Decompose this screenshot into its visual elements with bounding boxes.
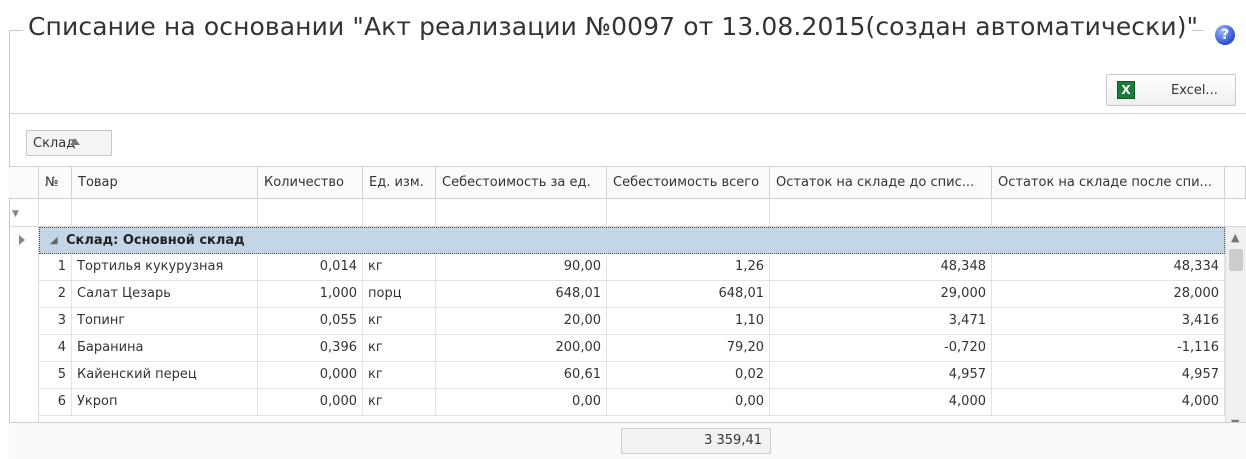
cell-quantity[interactable]: 0,055 (258, 308, 363, 334)
filter-cell-stock-before[interactable] (770, 199, 992, 226)
cell-unit-cost[interactable]: 90,00 (436, 254, 607, 280)
frame-border (9, 30, 23, 31)
column-header-total-cost[interactable]: Себестоимость всего (607, 167, 770, 199)
cell-unit[interactable]: порц (363, 281, 436, 307)
scrollbar-thumb[interactable] (1229, 249, 1243, 271)
cell-stock-after[interactable]: 3,416 (992, 308, 1225, 334)
cell-number[interactable]: 1 (39, 254, 72, 280)
filter-cell-total-cost[interactable] (607, 199, 770, 226)
cell-quantity[interactable]: 0,396 (258, 335, 363, 361)
page-title: Списание на основании "Акт реализации №0… (28, 12, 1199, 41)
cell-quantity[interactable]: 0,014 (258, 254, 363, 280)
data-grid: № Товар Количество Ед. изм. Себестоимост… (9, 166, 1246, 459)
sort-ascending-icon[interactable] (70, 138, 80, 145)
group-panel-divider (9, 113, 1246, 116)
cell-quantity[interactable]: 1,000 (258, 281, 363, 307)
cell-stock-before[interactable]: 4,000 (770, 389, 992, 415)
cell-total-cost[interactable]: 648,01 (607, 281, 770, 307)
cell-item[interactable]: Баранина (72, 335, 258, 361)
cell-unit[interactable]: кг (363, 389, 436, 415)
excel-icon: X (1117, 81, 1135, 99)
cell-stock-after[interactable]: 48,334 (992, 254, 1225, 280)
cell-stock-before[interactable]: 3,471 (770, 308, 992, 334)
cell-unit[interactable]: кг (363, 362, 436, 388)
scroll-up-icon[interactable]: ▲ (1231, 231, 1239, 244)
filter-cell-item[interactable] (72, 199, 258, 226)
cell-number[interactable]: 6 (39, 389, 72, 415)
header-indicator-cell (9, 167, 39, 199)
column-header-quantity[interactable]: Количество (258, 167, 363, 199)
group-row-warehouse[interactable]: ◢ Склад: Основной склад (39, 227, 1225, 254)
cell-item[interactable]: Кайенский перец (72, 362, 258, 388)
table-row[interactable]: 5 Кайенский перец 0,000 кг 60,61 0,02 4,957 4,9… (39, 362, 1225, 389)
rows-viewport: 1 Тортилья кукурузная 0,014 кг 90,00 1,26 48,3… (9, 254, 1225, 422)
summary-footer: 3 359,41 (9, 422, 1246, 459)
filter-row: ▼ (9, 199, 1246, 227)
cell-number[interactable]: 2 (39, 281, 72, 307)
cell-stock-before[interactable]: 4,957 (770, 362, 992, 388)
filter-cell-number[interactable] (39, 199, 72, 226)
cell-unit-cost[interactable]: 0,00 (436, 389, 607, 415)
collapse-icon[interactable]: ◢ (50, 235, 58, 246)
filter-icon: ▼ (12, 209, 19, 219)
cell-unit-cost[interactable]: 648,01 (436, 281, 607, 307)
cell-item[interactable]: Укроп (72, 389, 258, 415)
cell-unit[interactable]: кг (363, 254, 436, 280)
cell-total-cost[interactable]: 79,20 (607, 335, 770, 361)
cell-total-cost[interactable]: 0,02 (607, 362, 770, 388)
help-icon[interactable]: ? (1215, 25, 1235, 45)
filter-cell-unit-cost[interactable] (436, 199, 607, 226)
table-row[interactable]: 3 Топинг 0,055 кг 20,00 1,10 3,471 3,416 (39, 308, 1225, 335)
column-header-stock-before[interactable]: Остаток на складе до спис... (770, 167, 992, 199)
table-row[interactable]: 4 Баранина 0,396 кг 200,00 79,20 -0,720 -1,116 (39, 335, 1225, 362)
vertical-scrollbar[interactable]: ▲ ▼ (1225, 227, 1246, 437)
column-header-stock-after[interactable]: Остаток на складе после спи... (992, 167, 1225, 199)
cell-total-cost[interactable]: 1,26 (607, 254, 770, 280)
cell-number[interactable]: 4 (39, 335, 72, 361)
header-scroll-spacer (1225, 167, 1246, 199)
cell-stock-before[interactable]: 29,000 (770, 281, 992, 307)
cell-item[interactable]: Топинг (72, 308, 258, 334)
cell-stock-after[interactable]: -1,116 (992, 335, 1225, 361)
cell-number[interactable]: 3 (39, 308, 72, 334)
cell-total-cost[interactable]: 1,10 (607, 308, 770, 334)
column-header-unit[interactable]: Ед. изм. (363, 167, 436, 199)
cell-item[interactable]: Салат Цезарь (72, 281, 258, 307)
total-cost-sum: 3 359,41 (621, 428, 771, 454)
cell-quantity[interactable]: 0,000 (258, 362, 363, 388)
cell-unit-cost[interactable]: 200,00 (436, 335, 607, 361)
column-header-unit-cost[interactable]: Себестоимость за ед. (436, 167, 607, 199)
filter-cell-quantity[interactable] (258, 199, 363, 226)
excel-button-label: Excel... (1171, 83, 1218, 98)
group-by-chip[interactable]: Склад (26, 130, 112, 156)
cell-number[interactable]: 5 (39, 362, 72, 388)
cell-quantity[interactable]: 0,000 (258, 389, 363, 415)
excel-export-button[interactable]: X Excel... (1106, 74, 1236, 106)
table-row[interactable]: 1 Тортилья кукурузная 0,014 кг 90,00 1,26 48,3… (39, 254, 1225, 281)
filter-indicator: ▼ (9, 199, 39, 226)
cell-unit-cost[interactable]: 20,00 (436, 308, 607, 334)
column-header-number[interactable]: № (39, 167, 72, 199)
cell-unit-cost[interactable]: 60,61 (436, 362, 607, 388)
table-row[interactable]: 2 Салат Цезарь 1,000 порц 648,01 648,01 29,000… (39, 281, 1225, 308)
cell-unit[interactable]: кг (363, 335, 436, 361)
cell-item[interactable]: Тортилья кукурузная (72, 254, 258, 280)
current-row-arrow-icon (19, 235, 25, 245)
filter-cell-unit[interactable] (363, 199, 436, 226)
frame-border (1192, 30, 1204, 31)
group-by-label: Склад (33, 136, 76, 151)
cell-stock-before[interactable]: 48,348 (770, 254, 992, 280)
cell-stock-after[interactable]: 4,000 (992, 389, 1225, 415)
filter-cell-stock-after[interactable] (992, 199, 1225, 226)
column-header-item[interactable]: Товар (72, 167, 258, 199)
group-row-label: Склад: Основной склад (66, 233, 245, 248)
cell-stock-after[interactable]: 28,000 (992, 281, 1225, 307)
cell-stock-before[interactable]: -0,720 (770, 335, 992, 361)
cell-total-cost[interactable]: 0,00 (607, 389, 770, 415)
table-row[interactable]: 6 Укроп 0,000 кг 0,00 0,00 4,000 4,000 (39, 389, 1225, 416)
cell-stock-after[interactable]: 4,957 (992, 362, 1225, 388)
cell-unit[interactable]: кг (363, 308, 436, 334)
